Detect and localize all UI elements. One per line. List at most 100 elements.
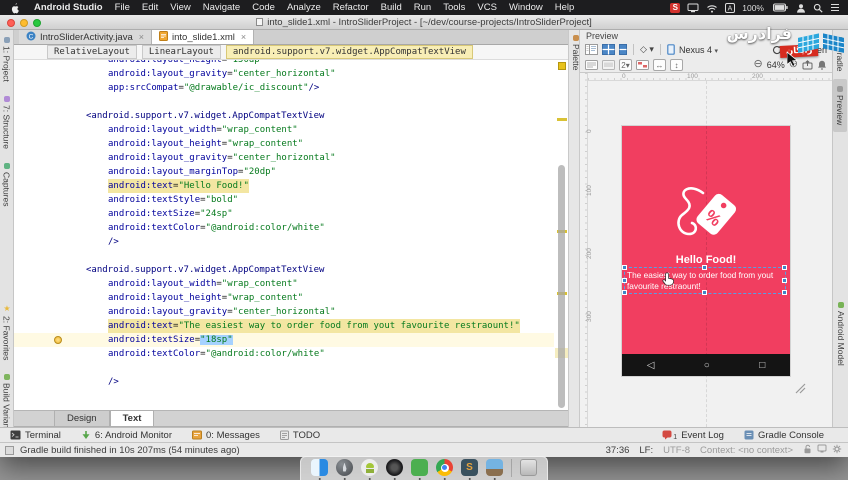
canvas-resize-handle[interactable] (794, 381, 806, 399)
refresh-icon[interactable] (772, 45, 782, 55)
selection-handle[interactable] (782, 290, 787, 295)
battery-icon[interactable] (773, 3, 789, 12)
code-line[interactable]: android:textColor="@android:color/white" (14, 347, 554, 361)
code-line[interactable] (14, 95, 554, 109)
toolwindow-6-android-monitor[interactable]: 6: Android Monitor (71, 430, 182, 441)
dock-finder-icon[interactable] (311, 459, 328, 480)
screenshare-icon[interactable]: S (670, 2, 681, 13)
display-icon[interactable] (687, 3, 699, 13)
selection-handle[interactable] (622, 290, 627, 295)
menu-file[interactable]: File (109, 0, 136, 15)
render-errors-icon[interactable] (636, 59, 649, 70)
gear-icon[interactable] (832, 444, 842, 457)
code-line[interactable] (14, 361, 554, 375)
tool-strip-preview[interactable]: Preview (833, 78, 847, 132)
code-line[interactable]: android:layout_gravity="center_horizonta… (14, 67, 554, 81)
menu-code[interactable]: Code (246, 0, 281, 15)
api-version-icon[interactable]: 2▾ (619, 58, 632, 71)
selection-handle[interactable] (782, 265, 787, 270)
code-line[interactable] (14, 249, 554, 263)
tool-strip-1-project[interactable]: 1: Project (0, 30, 14, 89)
code-line[interactable]: android:layout_gravity="center_horizonta… (14, 305, 554, 319)
toolwindow-event-log[interactable]: 1 Event Log (652, 430, 734, 441)
menu-window[interactable]: Window (503, 0, 549, 15)
code-line[interactable]: <android.support.v7.widget.AppCompatText… (14, 109, 554, 123)
window-titlebar[interactable]: into_slide1.xml - IntroSliderProject - [… (0, 15, 848, 30)
code-line[interactable]: app:srcCompat="@drawable/ic_discount"/> (14, 81, 554, 95)
menu-run[interactable]: Run (408, 0, 437, 15)
zoom-window-button[interactable] (33, 18, 41, 27)
dock-notes-icon[interactable] (411, 459, 428, 480)
zoom-out-icon[interactable]: ⊖ (754, 59, 763, 70)
apple-icon[interactable] (0, 2, 28, 14)
landscape-icon[interactable] (602, 59, 615, 70)
tool-strip-gradle[interactable]: Gradle (833, 30, 847, 79)
selection-handle[interactable] (702, 290, 707, 295)
bell-icon[interactable] (817, 60, 827, 70)
tab-text[interactable]: Text (109, 410, 155, 426)
code-line[interactable]: android:layout_height="150dp" (14, 60, 554, 67)
dock-sublime-icon[interactable]: S (461, 459, 478, 480)
code-line[interactable]: <android.support.v7.widget.AppCompatText… (14, 263, 554, 277)
selection-handle[interactable] (622, 277, 627, 283)
tab-design[interactable]: Design (54, 410, 110, 426)
toolwindow-terminal[interactable]: Terminal (0, 430, 71, 441)
toolwindow-0-messages[interactable]: 0: Messages (182, 430, 270, 441)
tool-strip-android-model[interactable]: Android Model (834, 295, 848, 373)
design-surface[interactable]: 0 100 200 0 100 200 300 % Hello Food! Th… (580, 72, 832, 427)
tool-strip-2-favorites[interactable]: ★ 2: Favorites (0, 297, 14, 367)
code-line[interactable]: android:layout_width="wrap_content" (14, 123, 554, 137)
display-config-icon[interactable] (817, 444, 827, 456)
menu-analyze[interactable]: Analyze (281, 0, 327, 15)
menu-navigate[interactable]: Navigate (197, 0, 247, 15)
theme-selector-icon[interactable]: ◇ ▾ (640, 44, 654, 55)
code-line[interactable]: android:layout_marginTop="20dp" (14, 165, 554, 179)
editor-tab-into-slide1-xml[interactable]: into_slide1.xml × (152, 30, 255, 44)
menu-help[interactable]: Help (549, 0, 581, 15)
user-icon[interactable] (796, 3, 806, 13)
menu-edit[interactable]: Edit (136, 0, 164, 15)
breadcrumb-android-support-v7-widget-appcompattextview[interactable]: android.support.v7.widget.AppCompatTextV… (225, 45, 473, 59)
unlock-icon[interactable] (803, 444, 812, 457)
menu-vcs[interactable]: VCS (471, 0, 503, 15)
discount-tag-icon[interactable]: % (670, 181, 740, 256)
toolwindow-todo[interactable]: TODO (270, 430, 330, 441)
code-line[interactable]: /> (14, 235, 554, 249)
selection-box[interactable] (622, 265, 787, 295)
phone-canvas[interactable]: % Hello Food! The easiest way to order f… (622, 126, 790, 376)
close-icon[interactable]: × (139, 32, 144, 42)
selection-handle[interactable] (622, 265, 627, 270)
width-resize-icon[interactable]: ↔ (653, 58, 666, 71)
tool-strip-captures[interactable]: Captures (0, 156, 14, 214)
code-line[interactable]: android:layout_width="wrap_content" (14, 277, 554, 291)
search-icon[interactable] (813, 3, 823, 13)
code-line[interactable]: android:layout_gravity="center_horizonta… (14, 151, 554, 165)
export-icon[interactable] (802, 59, 813, 70)
breadcrumb-relativelayout[interactable]: RelativeLayout (47, 45, 137, 59)
device-selector[interactable]: Nexus 4 ▾ (679, 45, 718, 55)
close-icon[interactable]: × (241, 32, 246, 42)
code-line[interactable]: android:text="The easiest way to order f… (14, 319, 554, 333)
code-line[interactable]: android:textSize="18sp" (14, 333, 554, 347)
variations-icon[interactable] (585, 59, 598, 70)
menu-android-studio[interactable]: Android Studio (28, 0, 109, 15)
code-line[interactable]: android:textColor="@android:color/white" (14, 221, 554, 235)
code-line[interactable]: android:textSize="24sp" (14, 207, 554, 221)
dock-screenshot-icon[interactable] (486, 459, 503, 480)
toolwindow-gradle-console[interactable]: Gradle Console (734, 430, 834, 441)
editor-tab-introslideractivity-java[interactable]: C IntroSliderActivity.java × (19, 30, 153, 44)
dock-trash-icon[interactable] (520, 459, 537, 476)
breadcrumb-linearlayout[interactable]: LinearLayout (141, 45, 221, 59)
dock-launchpad-icon[interactable] (336, 459, 353, 480)
menu-view[interactable]: View (164, 0, 196, 15)
code-line[interactable]: android:textStyle="bold" (14, 193, 554, 207)
editor-scrollbar[interactable] (558, 165, 565, 408)
code-line[interactable]: /> (14, 375, 554, 389)
tool-strip-7-structure[interactable]: 7: Structure (0, 89, 14, 156)
minimize-window-button[interactable] (20, 18, 28, 27)
dock-android-studio-icon[interactable] (361, 459, 378, 480)
wifi-icon[interactable] (706, 3, 718, 13)
menu-refactor[interactable]: Refactor (327, 0, 375, 15)
dock-chrome-icon[interactable] (436, 459, 453, 480)
selection-handle[interactable] (702, 265, 707, 270)
